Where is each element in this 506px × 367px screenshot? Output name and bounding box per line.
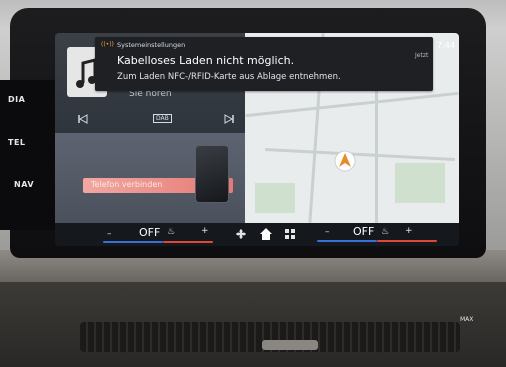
- home-icon[interactable]: [259, 227, 273, 241]
- fan-icon[interactable]: [235, 228, 247, 240]
- notification-source: Systemeinstellungen: [117, 41, 186, 49]
- left-temp-bar-red: [163, 241, 213, 243]
- infotainment-screen: Sie hören DAB Telefon verbinden ((•)) Sy…: [55, 33, 459, 246]
- notification-title: Kabelloses Laden nicht möglich.: [117, 54, 295, 67]
- apps-grid-icon[interactable]: [285, 229, 295, 239]
- connect-phone-label: Telefon verbinden: [91, 180, 163, 189]
- vehicle-position-icon: [334, 150, 356, 172]
- right-temp-value: OFF: [353, 225, 375, 238]
- phone-device-icon: [195, 145, 229, 203]
- notification-banner[interactable]: ((•)) Systemeinstellungen Jetzt Kabellos…: [95, 37, 433, 91]
- skip-next-icon[interactable]: [223, 113, 235, 125]
- skip-previous-icon[interactable]: [77, 113, 89, 125]
- climate-bar: – OFF ♨ + – OFF ♨ +: [55, 223, 459, 246]
- photo-scene: DIA TEL NAV Sie hören DAB Telefon verbin…: [0, 0, 506, 367]
- notification-time: Jetzt: [415, 52, 429, 59]
- side-button-media[interactable]: DIA: [8, 95, 25, 104]
- notification-message: Zum Laden NFC-/RFID-Karte aus Ablage ent…: [117, 72, 341, 82]
- vent-handle[interactable]: [262, 340, 318, 350]
- right-temp-minus[interactable]: –: [325, 227, 330, 237]
- left-temp-plus[interactable]: +: [201, 226, 209, 236]
- right-temp-plus[interactable]: +: [405, 226, 413, 236]
- seat-heat-icon-right[interactable]: ♨: [381, 227, 389, 237]
- side-button-tel[interactable]: TEL: [8, 138, 26, 147]
- side-button-nav[interactable]: NAV: [14, 180, 34, 189]
- seat-heat-icon[interactable]: ♨: [167, 227, 175, 237]
- right-temp-bar-blue: [317, 240, 377, 242]
- media-source-badge: DAB: [153, 114, 172, 123]
- wireless-charging-icon: ((•)): [101, 41, 114, 48]
- right-temp-bar-red: [377, 240, 437, 242]
- left-temp-minus[interactable]: –: [107, 229, 112, 239]
- status-time: 7:44: [437, 41, 455, 50]
- left-temp-bar-blue: [103, 241, 163, 243]
- left-temp-value: OFF: [139, 226, 161, 239]
- max-defrost-label[interactable]: MAX: [460, 316, 473, 323]
